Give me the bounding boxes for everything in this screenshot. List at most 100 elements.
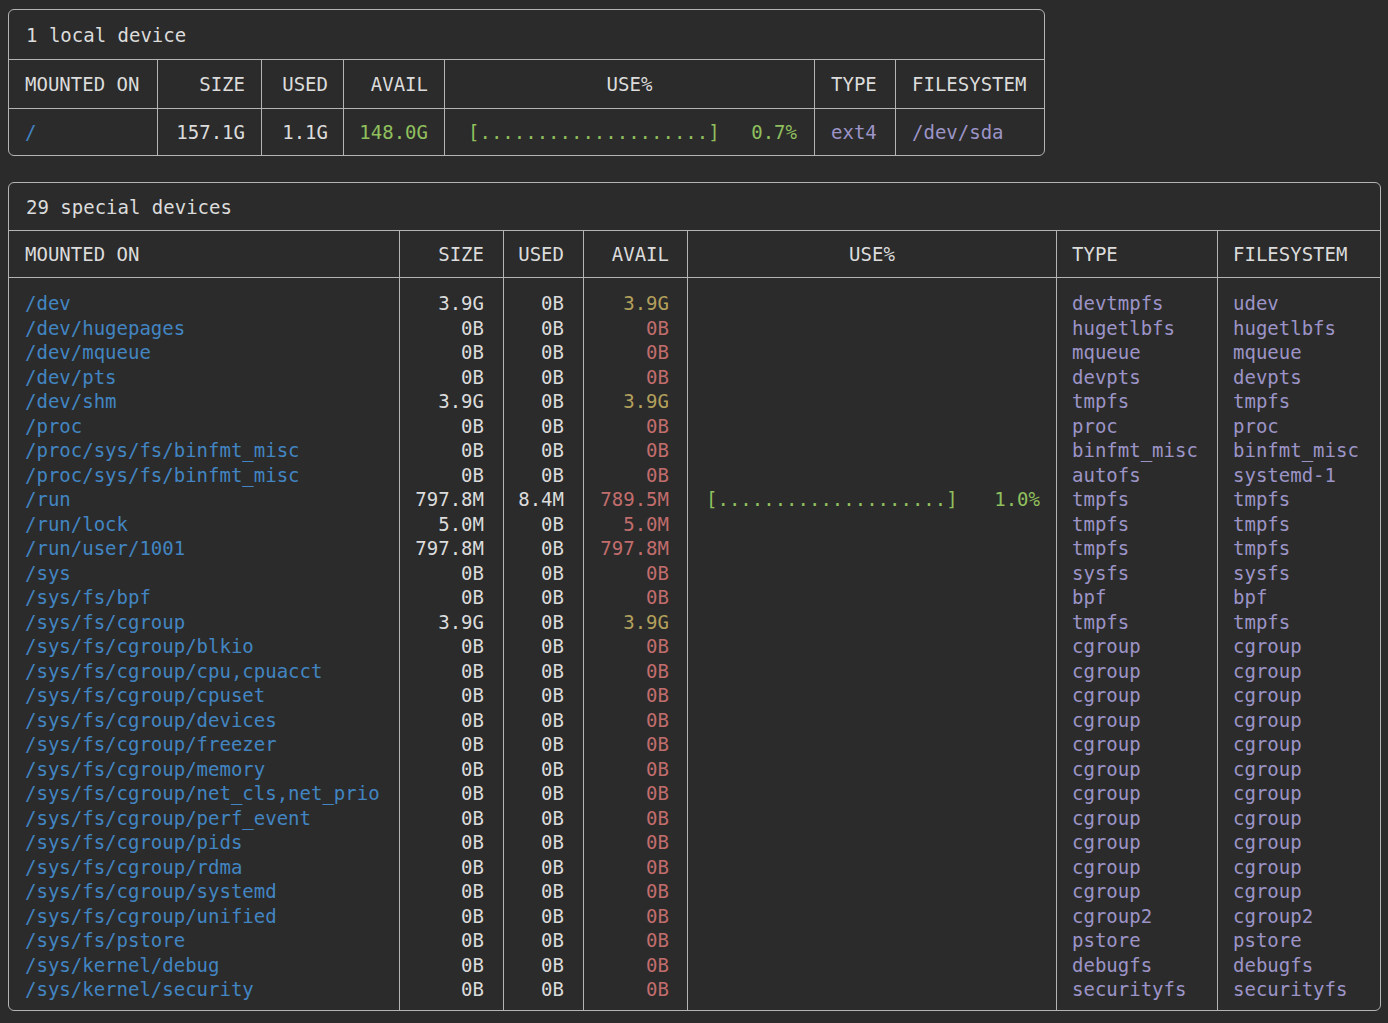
cell-fs: systemd-1 [1218, 463, 1380, 488]
cell-use [688, 855, 1056, 880]
cell-size: 3.9G [400, 389, 503, 414]
column-mount: / [9, 109, 158, 155]
cell-size: 0B [400, 732, 503, 757]
cell-size: 3.9G [400, 610, 503, 635]
cell-type: cgroup [1057, 659, 1217, 684]
cell-used: 0B [504, 757, 583, 782]
cell-type: mqueue [1057, 340, 1217, 365]
cell-type: pstore [1057, 928, 1217, 953]
cell-avail: 0B [584, 463, 687, 488]
cell-size: 0B [400, 683, 503, 708]
cell-used: 0B [504, 977, 583, 1002]
cell-type: tmpfs [1057, 610, 1217, 635]
cell-avail: 0B [584, 806, 687, 831]
column-used: 1.1G [262, 109, 344, 155]
cell-fs: cgroup [1218, 781, 1380, 806]
cell-type: hugetlbfs [1057, 316, 1217, 341]
cell-avail: 0B [584, 928, 687, 953]
cell-mount: /sys/fs/cgroup/devices [9, 708, 399, 733]
cell-size: 5.0M [400, 512, 503, 537]
cell-fs: /dev/sda [896, 109, 1044, 155]
cell-size: 0B [400, 855, 503, 880]
special-devices-table: 29 special devices MOUNTED ON SIZE USED … [8, 182, 1381, 1011]
cell-avail: 0B [584, 365, 687, 390]
column-size: 3.9G0B0B0B3.9G0B0B0B797.8M5.0M797.8M0B0B… [400, 278, 504, 1011]
cell-use [688, 904, 1056, 929]
cell-mount: /sys/fs/cgroup/unified [9, 904, 399, 929]
cell-type: autofs [1057, 463, 1217, 488]
cell-mount: /sys/fs/cgroup/freezer [9, 732, 399, 757]
cell-use [688, 879, 1056, 904]
cell-fs: tmpfs [1218, 512, 1380, 537]
cell-avail: 0B [584, 340, 687, 365]
cell-avail: 0B [584, 904, 687, 929]
cell-used: 0B [504, 610, 583, 635]
special-devices-header-row: MOUNTED ON SIZE USED AVAIL USE% TYPE FIL… [9, 231, 1380, 278]
cell-use [688, 463, 1056, 488]
cell-size: 0B [400, 340, 503, 365]
cell-fs: tmpfs [1218, 610, 1380, 635]
cell-use [688, 757, 1056, 782]
column-type: devtmpfshugetlbfsmqueuedevptstmpfsprocbi… [1057, 278, 1218, 1011]
cell-used: 0B [504, 340, 583, 365]
cell-type: cgroup [1057, 683, 1217, 708]
column-size: 157.1G [158, 109, 262, 155]
cell-mount: /proc/sys/fs/binfmt_misc [9, 463, 399, 488]
cell-size: 0B [400, 977, 503, 1002]
cell-type: cgroup [1057, 732, 1217, 757]
local-devices-header-row: MOUNTED ON SIZE USED AVAIL USE% TYPE FIL… [9, 60, 1044, 109]
local-devices-title: 1 local device [9, 10, 1044, 60]
header-use-percent: USE% [688, 231, 1057, 277]
cell-avail: 0B [584, 855, 687, 880]
cell-mount: /sys/fs/cgroup/memory [9, 757, 399, 782]
cell-avail: 0B [584, 683, 687, 708]
cell-avail: 789.5M [584, 487, 687, 512]
cell-type: cgroup [1057, 757, 1217, 782]
cell-type: cgroup [1057, 879, 1217, 904]
cell-avail: 0B [584, 953, 687, 978]
cell-used: 0B [504, 634, 583, 659]
column-used: 0B0B0B0B0B0B0B0B8.4M0B0B0B0B0B0B0B0B0B0B… [504, 278, 584, 1011]
cell-fs: tmpfs [1218, 389, 1380, 414]
cell-fs: cgroup [1218, 732, 1380, 757]
cell-use [688, 659, 1056, 684]
cell-avail: 3.9G [584, 610, 687, 635]
cell-mount: /sys [9, 561, 399, 586]
column-mount: /dev/dev/hugepages/dev/mqueue/dev/pts/de… [9, 278, 400, 1011]
cell-type: cgroup [1057, 781, 1217, 806]
cell-type: cgroup [1057, 830, 1217, 855]
cell-used: 0B [504, 830, 583, 855]
cell-use [688, 732, 1056, 757]
header-mounted-on: MOUNTED ON [9, 231, 400, 277]
cell-mount: /sys/fs/bpf [9, 585, 399, 610]
cell-type: sysfs [1057, 561, 1217, 586]
cell-use [688, 340, 1056, 365]
cell-fs: cgroup [1218, 879, 1380, 904]
cell-fs: binfmt_misc [1218, 438, 1380, 463]
usage-bar: [....................] [706, 487, 958, 512]
column-use: [....................]1.0% [688, 278, 1057, 1011]
cell-used: 0B [504, 683, 583, 708]
cell-used: 0B [504, 708, 583, 733]
cell-type: proc [1057, 414, 1217, 439]
cell-used: 0B [504, 316, 583, 341]
local-devices-body: /157.1G1.1G148.0G[....................]0… [9, 109, 1044, 155]
cell-mount: /sys/kernel/security [9, 977, 399, 1002]
cell-size: 3.9G [400, 291, 503, 316]
cell-avail: 0B [584, 830, 687, 855]
cell-fs: udev [1218, 291, 1380, 316]
cell-use [688, 683, 1056, 708]
cell-fs: mqueue [1218, 340, 1380, 365]
header-size: SIZE [400, 231, 504, 277]
cell-fs: bpf [1218, 585, 1380, 610]
cell-type: tmpfs [1057, 487, 1217, 512]
cell-use [688, 977, 1056, 1002]
cell-mount: /sys/fs/cgroup [9, 610, 399, 635]
cell-fs: cgroup [1218, 806, 1380, 831]
cell-mount: /dev/mqueue [9, 340, 399, 365]
cell-size: 0B [400, 316, 503, 341]
cell-fs: debugfs [1218, 953, 1380, 978]
cell-used: 0B [504, 438, 583, 463]
column-avail: 148.0G [344, 109, 445, 155]
cell-avail: 0B [584, 977, 687, 1002]
